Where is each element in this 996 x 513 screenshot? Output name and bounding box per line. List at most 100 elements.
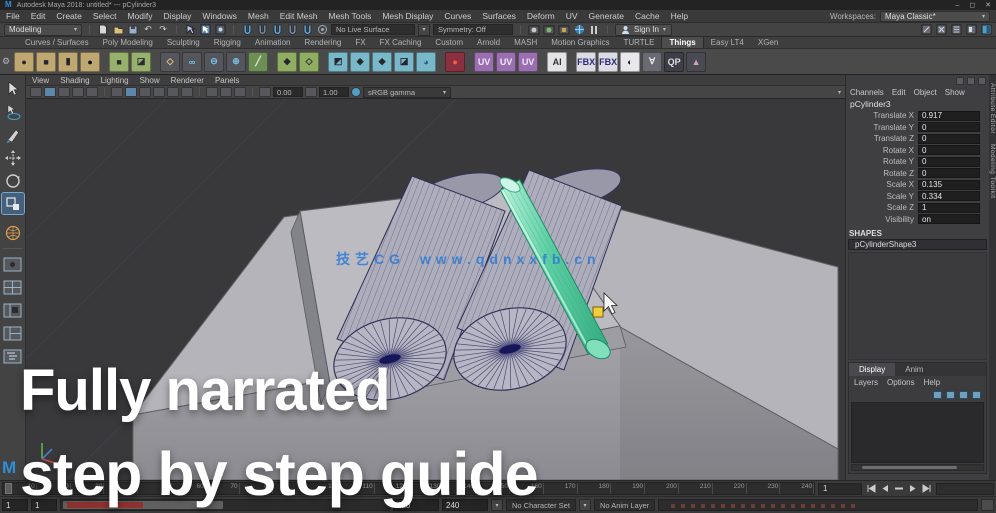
shelf-sphere-wire-icon[interactable]: ◕ (416, 52, 436, 72)
create-layer-from-selected-icon[interactable] (972, 391, 981, 399)
menu-set-dropdown[interactable]: Modeling ▾ (4, 24, 82, 36)
layer-list[interactable] (851, 402, 984, 463)
anim-layer-caret[interactable]: ▾ (579, 499, 591, 511)
menu-item[interactable]: Edit Mesh (280, 11, 318, 21)
create-empty-layer-icon[interactable] (959, 391, 968, 399)
shelf-tab[interactable]: Arnold (470, 37, 507, 48)
channel-box-toggle-icon[interactable] (980, 24, 992, 36)
redo-icon[interactable]: ↷ (157, 24, 169, 36)
select-tool[interactable] (2, 78, 24, 99)
channel-value-field[interactable]: 0 (918, 122, 980, 132)
toolbar-overflow-icon[interactable]: ▾ (838, 89, 841, 96)
panel-menu-item[interactable]: Panels (215, 76, 239, 85)
render-icon[interactable] (528, 24, 540, 36)
shelf-quad-draw-icon[interactable]: ╱ (248, 52, 268, 72)
current-frame-field[interactable]: 1 (818, 483, 862, 495)
save-scene-icon[interactable] (127, 24, 139, 36)
snap-projected-center-icon[interactable] (286, 24, 298, 36)
shelf-extrude-icon[interactable]: ◩ (328, 52, 348, 72)
panel-menu-item[interactable]: Shading (60, 76, 89, 85)
shelf-poly-cube-icon[interactable]: ■ (36, 52, 56, 72)
shelf-arnold-icon[interactable]: AI (547, 52, 567, 72)
channel-value-field[interactable]: 0 (918, 145, 980, 155)
channel-value-field[interactable]: 0.135 (918, 180, 980, 190)
shelf-glass-icon[interactable]: ∀ (642, 52, 662, 72)
attribute-editor-toggle-icon[interactable] (950, 24, 962, 36)
isolate-select-icon[interactable] (206, 87, 218, 97)
menu-item[interactable]: Windows (202, 11, 236, 21)
shelf-bevel-icon[interactable]: ◆ (350, 52, 370, 72)
screen-space-ao-icon[interactable] (181, 87, 193, 97)
shelf-import-fbx-icon[interactable]: FBX (598, 52, 618, 72)
channel-value-field[interactable]: 0.334 (918, 191, 980, 201)
shelf-tab[interactable]: FX (348, 37, 372, 48)
channel-value-field[interactable]: on (918, 214, 980, 224)
exposure-field[interactable]: 0.00 (273, 87, 303, 97)
render-globe-icon[interactable] (573, 24, 585, 36)
anim-layer-dropdown[interactable]: No Anim Layer (594, 499, 655, 511)
shelf-tab[interactable]: Easy LT4 (704, 37, 751, 48)
symmetry-field[interactable]: Symmetry: Off (433, 24, 513, 35)
panel-menu-item[interactable]: Renderer (171, 76, 204, 85)
wireframe-icon[interactable] (111, 87, 123, 97)
shelf-poly-sphere-shiny-icon[interactable]: ● (80, 52, 100, 72)
current-frame-marker[interactable] (5, 483, 12, 494)
shelf-tab[interactable]: Custom (428, 37, 470, 48)
color-management-icon[interactable] (351, 87, 361, 97)
shadows-icon[interactable] (167, 87, 179, 97)
shelf-cube-wire-icon[interactable]: ◇ (160, 52, 180, 72)
menu-item[interactable]: UV (566, 11, 578, 21)
camera-attributes-icon[interactable] (58, 87, 70, 97)
select-component-icon[interactable] (214, 24, 226, 36)
shelf-custom-tool-icon[interactable]: ▲ (686, 52, 706, 72)
shelf-export-fbx-icon[interactable]: FBX (576, 52, 596, 72)
object-name[interactable]: pCylinder3 (846, 98, 989, 110)
snap-point-icon[interactable] (271, 24, 283, 36)
shelf-edit-cube-icon[interactable]: ■ (109, 52, 129, 72)
menu-item[interactable]: File (6, 11, 20, 21)
shelf-tab[interactable]: Curves / Surfaces (18, 37, 96, 48)
play-backwards-button[interactable] (893, 483, 905, 494)
channel-box-mode-icon[interactable] (956, 77, 964, 85)
panel-menu-item[interactable]: Show (140, 76, 160, 85)
layer-editor-menu-item[interactable]: Layers (854, 378, 878, 387)
manipulator-icon[interactable] (978, 77, 986, 85)
channel-value-field[interactable]: 0 (918, 157, 980, 167)
shelf-tab[interactable]: Motion Graphics (544, 37, 616, 48)
close-button[interactable]: ✕ (985, 1, 991, 9)
xray-icon[interactable] (220, 87, 232, 97)
pause-icon[interactable] (588, 24, 600, 36)
muted-status-field[interactable] (658, 499, 978, 511)
side-tab[interactable]: Modeling Toolkit (989, 144, 996, 199)
channel-value-field[interactable]: 0 (918, 134, 980, 144)
shelf-gear-icon[interactable]: ⚙ (2, 56, 10, 67)
layout-four-pane-button[interactable] (2, 277, 24, 298)
channel-value-field[interactable]: 1 (918, 203, 980, 213)
menu-item[interactable]: Display (164, 11, 192, 21)
shelf-uv-snapshot-icon[interactable]: UV (496, 52, 516, 72)
menu-item[interactable]: Help (671, 11, 688, 21)
channel-value-field[interactable]: 0.917 (918, 111, 980, 121)
shelf-multi-cut-icon[interactable]: ◪ (394, 52, 414, 72)
view-transform-dropdown[interactable]: sRGB gamma ▾ (363, 87, 451, 98)
step-back-button[interactable] (879, 483, 891, 494)
select-hierarchy-icon[interactable] (184, 24, 196, 36)
shelf-poly-sphere-icon[interactable]: ● (14, 52, 34, 72)
layout-split-button[interactable] (2, 323, 24, 344)
scale-tool[interactable] (2, 193, 24, 214)
ipr-render-icon[interactable] (543, 24, 555, 36)
shelf-edit-cube-2-icon[interactable]: ◪ (131, 52, 151, 72)
panel-menu-item[interactable]: Lighting (101, 76, 129, 85)
rotate-tool[interactable] (2, 170, 24, 191)
shelf-boolean-difference-icon[interactable]: ⊖ (204, 52, 224, 72)
menu-item[interactable]: Create (56, 11, 82, 21)
workspace-dropdown[interactable]: Maya Classic* ▾ (880, 11, 990, 22)
gamma-field[interactable]: 1.00 (319, 87, 349, 97)
menu-item[interactable]: Deform (527, 11, 555, 21)
shelf-separate-icon[interactable]: ◇ (299, 52, 319, 72)
shelf-tab[interactable]: Rendering (297, 37, 348, 48)
xray-joints-icon[interactable] (234, 87, 246, 97)
shelf-tab[interactable]: TURTLE (616, 37, 661, 48)
tool-settings-toggle-icon[interactable] (965, 24, 977, 36)
menu-item[interactable]: Curves (444, 11, 471, 21)
